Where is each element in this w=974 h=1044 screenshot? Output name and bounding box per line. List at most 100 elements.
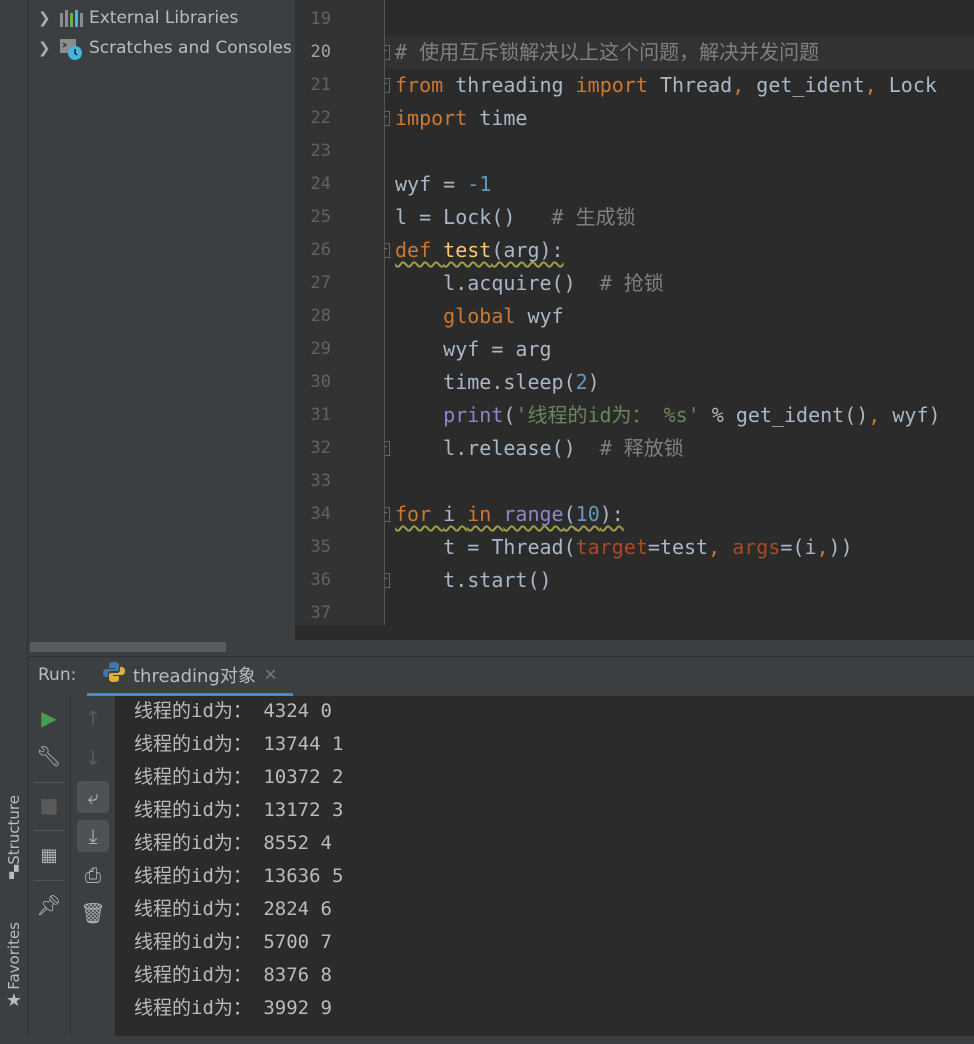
- tree-item-scratches[interactable]: ❯ Scratches and Consoles: [38, 34, 292, 62]
- arrow-down-icon[interactable]: ↓: [77, 742, 109, 774]
- fold-marker-icon[interactable]: −: [385, 507, 390, 522]
- tree-item-external-libraries[interactable]: ❯ External Libraries: [38, 4, 238, 32]
- line-number: 26: [310, 240, 331, 260]
- code-line: wyf = -1: [395, 168, 491, 201]
- line-number: 37: [310, 603, 331, 623]
- star-icon: ★: [5, 989, 23, 1011]
- code-token: t = Thread(: [395, 535, 576, 559]
- code-token: 10: [575, 502, 600, 526]
- fold-marker-icon[interactable]: −: [385, 45, 390, 60]
- code-token: Lock: [888, 73, 937, 97]
- python-icon: [103, 661, 125, 688]
- code-token: =(i: [780, 535, 817, 559]
- line-number: 24: [310, 174, 331, 194]
- print-icon[interactable]: ⎙: [77, 859, 109, 891]
- run-tab[interactable]: threading对象 ✕: [87, 656, 293, 696]
- code-token: wyf =: [395, 172, 468, 196]
- fold-marker-icon[interactable]: −: [385, 441, 390, 456]
- console-line: 线程的id为： 10372 2: [134, 766, 344, 788]
- code-editor[interactable]: −# 使用互斥锁解决以上这个问题，解决并发问题−from threading i…: [385, 0, 974, 625]
- fold-marker-icon[interactable]: −: [385, 573, 390, 588]
- status-bar: [0, 1036, 974, 1044]
- line-number: 21: [310, 75, 331, 95]
- code-token: target: [575, 535, 648, 559]
- line-number: 28: [310, 306, 331, 326]
- code-token: l.acquire(): [395, 271, 600, 295]
- code-token: 2: [575, 370, 588, 394]
- code-token: wyf = arg: [395, 337, 552, 361]
- separator: [34, 782, 64, 783]
- pin-icon[interactable]: 📌︎: [33, 889, 65, 921]
- line-number: 29: [310, 339, 331, 359]
- code-line: global wyf: [395, 300, 563, 333]
- structure-tab[interactable]: Structure ▞: [0, 795, 28, 879]
- separator: [34, 880, 64, 881]
- close-icon[interactable]: ✕: [264, 665, 277, 684]
- scroll-to-end-icon[interactable]: ⤓: [77, 820, 109, 852]
- code-token: =test: [647, 535, 709, 559]
- run-label: Run:: [38, 665, 77, 685]
- scrollbar-thumb[interactable]: [30, 642, 226, 652]
- code-token: ,: [816, 535, 829, 559]
- line-number: 25: [310, 207, 331, 227]
- fold-marker-icon[interactable]: −: [385, 243, 390, 258]
- chevron-right-icon[interactable]: ❯: [38, 39, 58, 57]
- code-line: # 使用互斥锁解决以上这个问题，解决并发问题: [395, 36, 819, 69]
- code-token: range: [503, 502, 564, 526]
- code-token: args: [732, 535, 781, 559]
- line-number: 32: [310, 438, 331, 458]
- trash-icon[interactable]: 🗑︎: [77, 897, 109, 929]
- soft-wrap-icon[interactable]: ⤶: [77, 781, 109, 813]
- code-token: def: [395, 238, 444, 262]
- fold-marker-icon[interactable]: −: [385, 111, 390, 126]
- run-toolbar-secondary: ↑ ↓ ⤶ ⤓ ⎙ 🗑︎: [71, 696, 115, 1036]
- code-token: '线程的id为： %s': [515, 403, 700, 427]
- code-token: ):: [599, 502, 624, 526]
- layout-icon[interactable]: ▦: [33, 839, 65, 871]
- favorites-tab[interactable]: Favorites ★: [0, 922, 28, 1011]
- code-token: import: [575, 73, 660, 97]
- rerun-icon[interactable]: ▶: [33, 702, 65, 734]
- code-token: ,: [864, 73, 889, 97]
- console-line: 线程的id为： 4324 0: [134, 700, 332, 722]
- code-token: print: [395, 403, 504, 427]
- code-line: for i in range(10):: [395, 498, 624, 531]
- line-number: 22: [310, 108, 331, 128]
- code-line: l.release() # 释放锁: [395, 432, 684, 465]
- code-line: print('线程的id为： %s' % get_ident(), wyf): [395, 399, 940, 432]
- run-toolbar-primary: ▶ 🔧︎ ■ ▦ 📌︎: [28, 696, 71, 1036]
- code-token: time: [479, 106, 528, 130]
- code-token: l.release(): [395, 436, 600, 460]
- chevron-right-icon[interactable]: ❯: [38, 9, 58, 27]
- code-token: from: [395, 73, 456, 97]
- wrench-icon[interactable]: 🔧︎: [33, 740, 65, 772]
- code-token: )): [828, 535, 853, 559]
- line-number: 23: [310, 141, 331, 161]
- code-token: Thread: [659, 73, 733, 97]
- line-number: 35: [310, 537, 331, 557]
- code-token: -1: [467, 172, 492, 196]
- code-token: ,: [868, 403, 893, 427]
- arrow-up-icon[interactable]: ↑: [77, 702, 109, 734]
- console-line: 线程的id为： 5700 7: [134, 931, 332, 953]
- line-number: 36: [310, 570, 331, 590]
- code-token: t.start(): [395, 568, 552, 592]
- code-token: (arg):: [491, 238, 564, 262]
- line-number: 30: [310, 372, 331, 392]
- project-tree: ❯ External Libraries ❯ Scratches and Con…: [28, 0, 295, 640]
- scratches-icon: [58, 37, 86, 60]
- stop-icon[interactable]: ■: [33, 789, 65, 821]
- line-number-gutter: 19 20 21 22 23 24 25 26 27 28 29 30 31 32 33 34 35 36 37: [295, 0, 385, 625]
- code-line: def test(arg):: [395, 234, 564, 267]
- console-line: 线程的id为： 13744 1: [134, 733, 344, 755]
- console-output[interactable]: 线程的id为： 4324 0 线程的id为： 13744 1 线程的id为： 103…: [115, 696, 974, 1036]
- code-token: # 释放锁: [599, 436, 684, 460]
- code-line: import time: [395, 102, 527, 135]
- code-token: global: [395, 304, 528, 328]
- code-token: test: [443, 238, 492, 262]
- console-line: 线程的id为： 8552 4: [134, 832, 332, 854]
- code-token: # 生成锁: [551, 205, 636, 229]
- line-number: 31: [310, 405, 331, 425]
- code-token: % get_ident(): [699, 403, 869, 427]
- fold-marker-icon[interactable]: −: [385, 78, 390, 93]
